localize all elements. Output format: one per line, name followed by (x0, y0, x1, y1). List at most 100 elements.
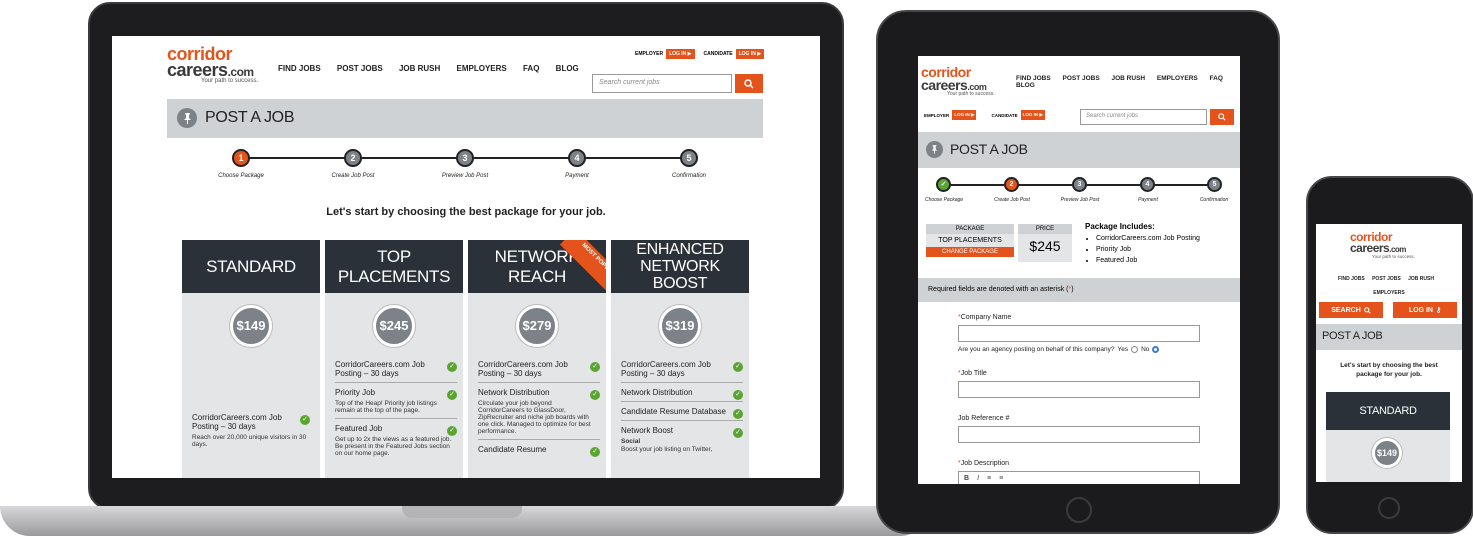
feature-desc: Top of the Heap! Priority job listings r… (335, 400, 437, 414)
logo-tagline: Your path to success. (1372, 253, 1415, 259)
search-input[interactable]: Search current jobs (1080, 109, 1207, 125)
employer-label: EMPLOYER (924, 112, 950, 118)
nav-job-rush[interactable]: JOB RUSH (399, 64, 440, 73)
step-4-circle: 4 (568, 149, 586, 167)
package-name: STANDARD (1326, 392, 1450, 430)
nav-find-jobs[interactable]: FIND JOBS (1338, 272, 1365, 286)
package-name-line2: NETWORK BOOST (640, 258, 720, 292)
feature-title: Network Distribution (621, 388, 693, 397)
feature-desc: Circulate your job beyond CorridorCareer… (478, 400, 591, 435)
feature-item: CorridorCareers.com Job Posting – 30 day… (192, 413, 310, 448)
ordered-list-tool[interactable]: ≡ (999, 475, 1003, 484)
site-logo[interactable]: corridor careers.com Your path to succes… (167, 45, 258, 84)
change-package-button[interactable]: CHANGE PACKAGE (926, 247, 1014, 257)
nav-post-jobs[interactable]: POST JOBS (1372, 272, 1401, 286)
job-title-input[interactable] (958, 381, 1200, 398)
nav-post-jobs[interactable]: POST JOBS (1062, 75, 1099, 82)
company-name-input[interactable] (958, 325, 1200, 342)
step-2-label: Create Job Post (994, 197, 1030, 203)
nav-job-rush[interactable]: JOB RUSH (1408, 272, 1434, 286)
search-input[interactable]: Search current jobs (592, 74, 732, 93)
nav-faq[interactable]: FAQ (523, 64, 539, 73)
feature-item: Featured Job ✓ Get up to 2x the views as… (335, 419, 457, 461)
step-5-label: Confirmation (671, 173, 706, 179)
package-card-top-placements[interactable]: TOP PLACEMENTS $245 CorridorCareers.com … (325, 240, 463, 478)
step-2-label: Create Job Post (331, 173, 375, 179)
list-tool[interactable]: ≡ (987, 475, 991, 484)
feature-title: Network Distribution (478, 388, 550, 397)
candidate-login-button[interactable]: LOG IN ▶ (1020, 110, 1045, 120)
check-icon: ✓ (733, 362, 743, 372)
step-3-circle: 3 (1072, 177, 1087, 192)
nav-blog[interactable]: BLOG (556, 64, 579, 73)
phone-login-button[interactable]: LOG IN ⚷ (1393, 302, 1457, 318)
nav-find-jobs[interactable]: FIND JOBS (1016, 75, 1051, 82)
site-logo[interactable]: corridor careers.com Your path to succes… (921, 65, 995, 97)
package-card-standard[interactable]: STANDARD $149 CorridorCareers.com Job Po… (182, 240, 320, 478)
step-1-circle: ✓ (936, 177, 951, 192)
nav-post-jobs[interactable]: POST JOBS (337, 64, 383, 73)
agency-no-radio[interactable] (1152, 346, 1160, 353)
package-card-enhanced-network-boost[interactable]: ENHANCED NETWORK BOOST $319 CorridorCare… (611, 240, 749, 478)
logo-line2: careers (1350, 240, 1390, 255)
bold-tool[interactable]: B (964, 475, 969, 484)
check-icon: ✓ (590, 447, 600, 457)
job-description-editor[interactable]: B I ≡ ≡ (958, 471, 1200, 484)
nav-find-jobs[interactable]: FIND JOBS (278, 64, 321, 73)
employer-login-button[interactable]: LOG IN ▶ (952, 110, 977, 120)
feature-list: CorridorCareers.com Job Posting – 30 day… (335, 360, 457, 461)
check-icon: ✓ (733, 390, 743, 400)
nav-blog[interactable]: BLOG (1016, 82, 1035, 89)
package-price: $245 (373, 305, 415, 347)
check-icon: ✓ (733, 409, 743, 419)
feature-title: CorridorCareers.com Job Posting – 30 day… (621, 360, 711, 378)
feature-desc: Boost your job listing on Twitter, (621, 446, 713, 453)
nav-employers[interactable]: EMPLOYERS (457, 64, 507, 73)
includes-item: Priority Job (1096, 244, 1200, 255)
price-summary: PRICE $245 (1018, 224, 1072, 262)
required-close: ) (1071, 286, 1074, 293)
nav-faq[interactable]: FAQ (1210, 75, 1223, 82)
job-reference-input[interactable] (958, 426, 1200, 443)
tablet-screen: corridor careers.com Your path to succes… (918, 56, 1240, 484)
required-note-text: Required fields are denoted with an aste… (928, 286, 1069, 293)
logo-line2: careers (921, 76, 968, 93)
candidate-login-button[interactable]: LOG IN ▶ (735, 49, 765, 59)
employer-login-button[interactable]: LOG IN ▶ (666, 49, 695, 59)
check-icon: ✓ (447, 362, 457, 372)
package-name-line1: ENHANCED (636, 241, 724, 258)
nav-employers[interactable]: EMPLOYERS (1157, 75, 1198, 82)
search-button[interactable] (1210, 109, 1234, 125)
price-label: PRICE (1018, 224, 1072, 234)
feature-item: Network Distribution ✓ Circulate your jo… (478, 383, 600, 440)
page-title: POST A JOB (205, 109, 295, 126)
phone-search-button[interactable]: SEARCH (1319, 302, 1383, 318)
step-1-label: Choose Package (218, 173, 264, 179)
page-title-bar: POST A JOB (167, 99, 763, 138)
employer-label: EMPLOYER (635, 51, 664, 57)
package-card-standard[interactable]: STANDARD $149 (1326, 392, 1450, 482)
phone-screen: corridor careers.com Your path to succes… (1316, 224, 1462, 482)
site-logo[interactable]: corridor careers.com Your path to succes… (1350, 231, 1415, 259)
agency-question: Are you an agency posting on behalf of t… (958, 346, 1160, 353)
nav-job-rush[interactable]: JOB RUSH (1112, 75, 1146, 82)
step-4-label: Payment (1138, 197, 1158, 203)
logo-line2: careers (167, 60, 228, 81)
intro-text: Let's start by choosing the best package… (326, 206, 606, 218)
package-label: PACKAGE (926, 224, 1014, 234)
package-card-network-reach[interactable]: NETWORK REACH MOST POPULAR $279 Corridor… (468, 240, 606, 478)
phone-search-label: SEARCH (1331, 306, 1361, 314)
nav-employers[interactable]: EMPLOYERS (1373, 286, 1404, 300)
feature-desc: Reach over 20,000 unique visitors in 30 … (192, 434, 307, 448)
page-title: POST A JOB (1322, 330, 1383, 342)
agency-yes-radio[interactable] (1131, 346, 1139, 353)
auth-bar: EMPLOYER LOG IN ▶ CANDIDATE LOG IN ▶ (635, 49, 765, 59)
step-4-circle: 4 (1140, 177, 1155, 192)
feature-item: Network Distribution ✓ (621, 383, 743, 402)
search-button[interactable] (735, 74, 763, 93)
check-icon: ✓ (300, 415, 310, 425)
italic-tool[interactable]: I (977, 475, 979, 484)
feature-desc: Get up to 2x the views as a featured job… (335, 436, 452, 457)
package-name: TOP PLACEMENTS (325, 240, 463, 293)
step-2-circle: 2 (1004, 177, 1019, 192)
